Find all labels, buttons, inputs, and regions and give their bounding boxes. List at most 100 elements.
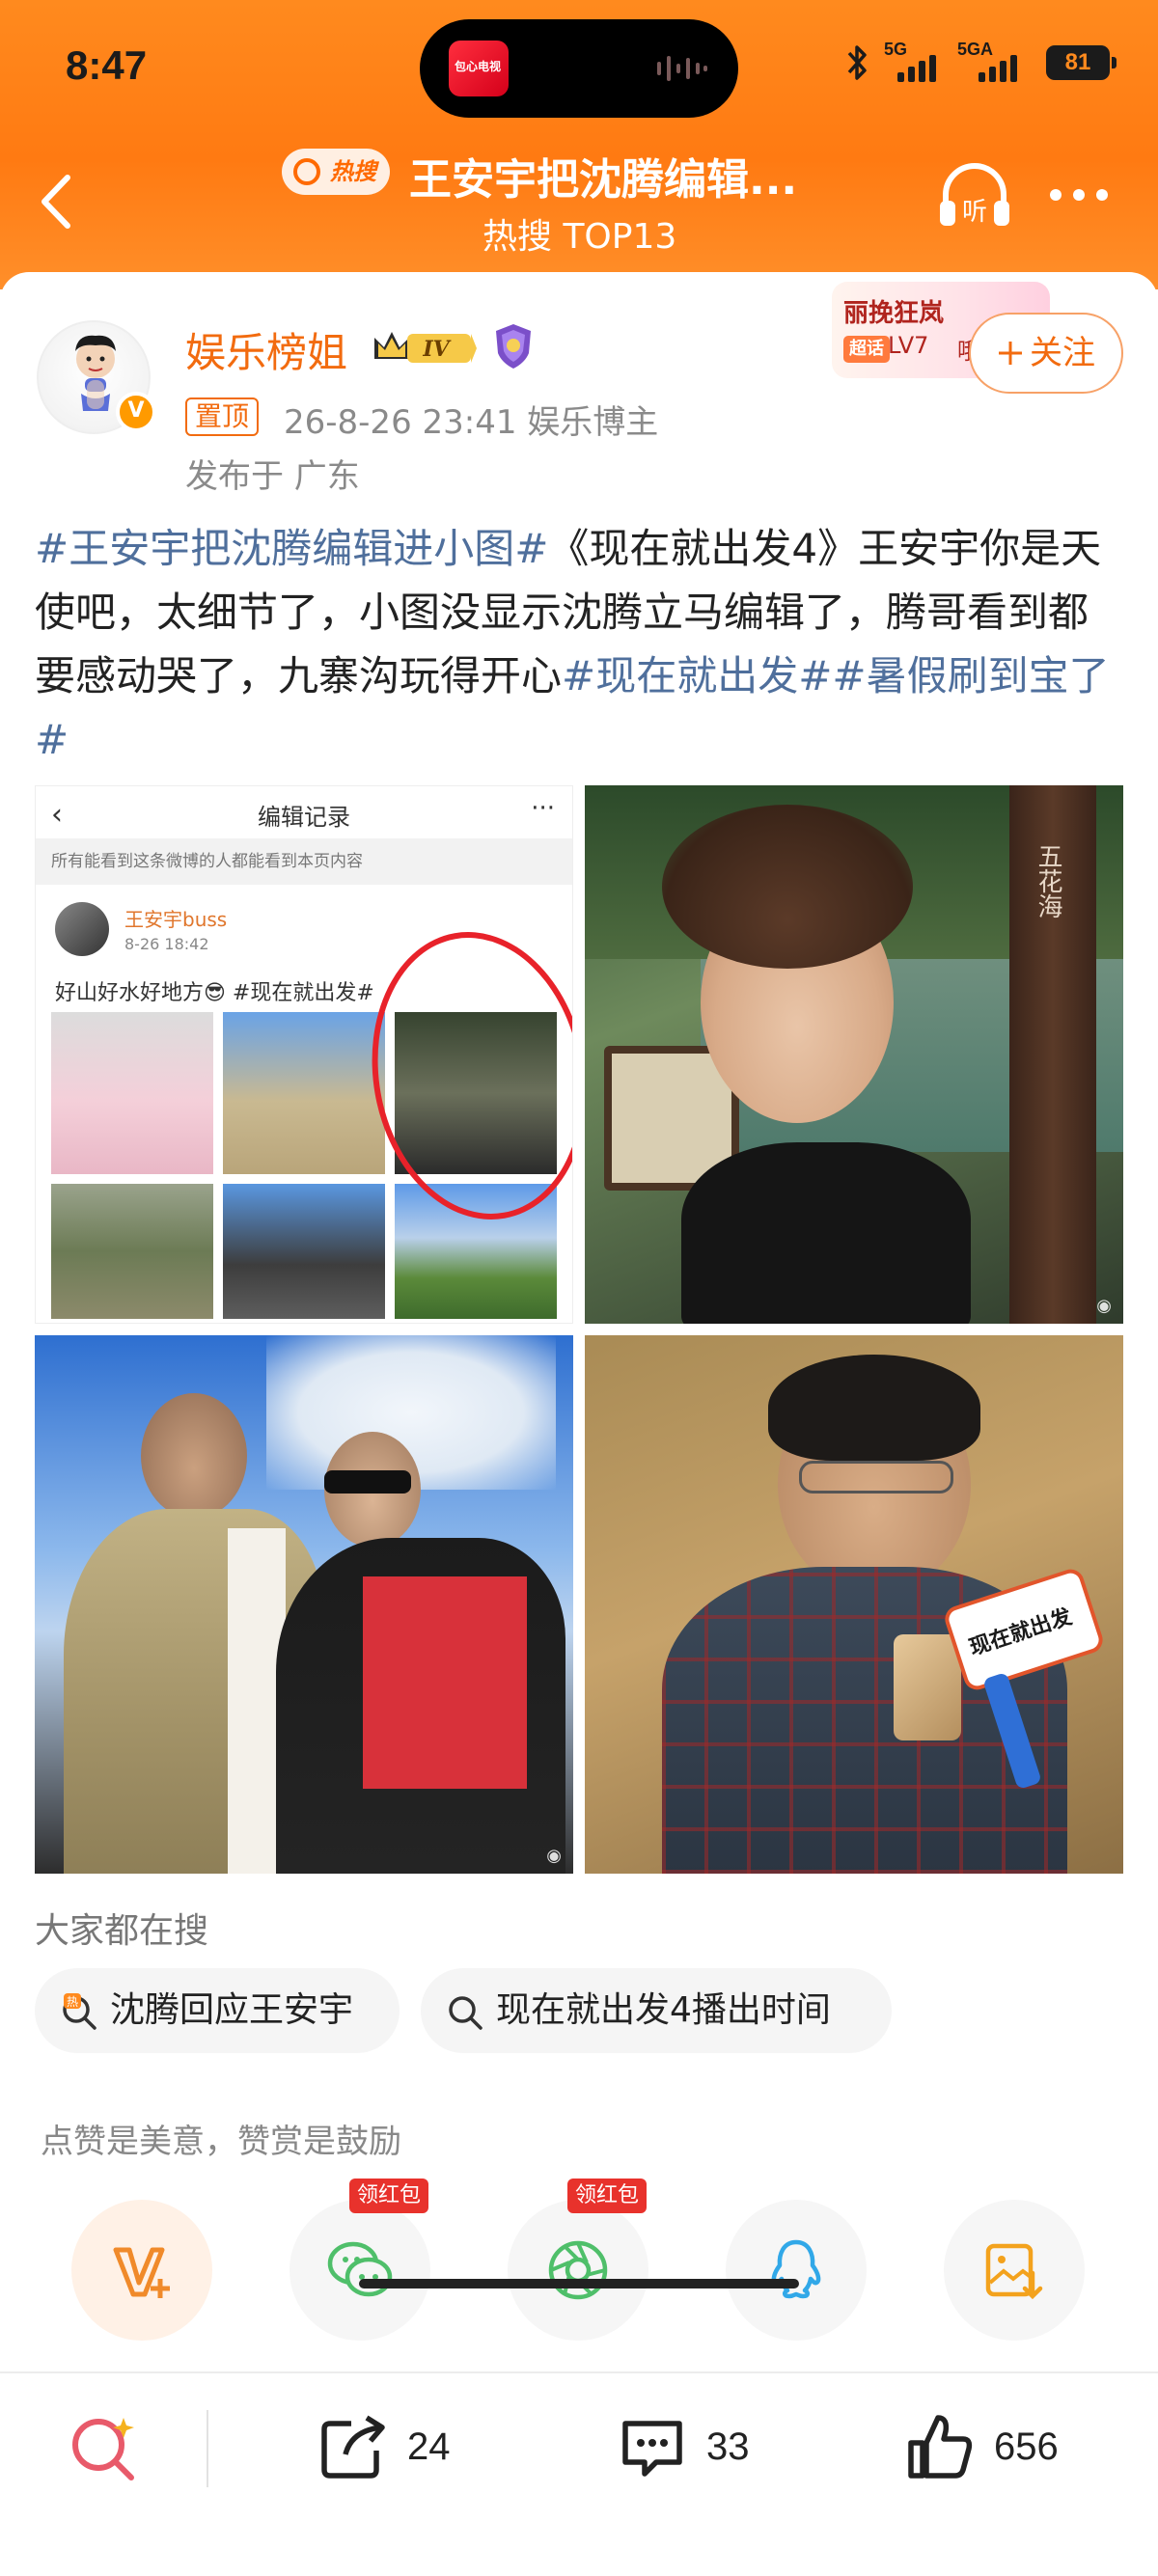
person-hair [768, 1355, 980, 1461]
glasses [799, 1461, 953, 1494]
person-head-left [141, 1393, 247, 1519]
moments-share-button[interactable]: 领红包 [508, 2179, 648, 2341]
more-icon[interactable] [1046, 185, 1112, 205]
hot-search-pill[interactable]: 热搜 [282, 149, 390, 195]
wechat-icon [327, 2241, 393, 2297]
search-chip-2[interactable]: 现在就出发4播出时间 [421, 1968, 892, 2053]
follow-label: 关注 [1030, 334, 1095, 372]
qq-share-button[interactable] [726, 2200, 867, 2341]
person-body [681, 1142, 971, 1324]
toolbar-separator [207, 2410, 208, 2487]
search-chip-1[interactable]: 热 沈腾回应王安宇 [35, 1968, 400, 2053]
vip-level: IV [422, 337, 451, 362]
reward-v-button[interactable] [71, 2200, 212, 2341]
mini-notice: 所有能看到这条微博的人都能看到本页内容 [36, 838, 572, 885]
hot-search-icon [293, 158, 320, 185]
status-time: 8:47 [66, 42, 148, 88]
sign-text: 五花海 [1034, 843, 1062, 918]
comment-count: 33 [706, 2425, 750, 2468]
dynamic-island[interactable]: 包心电视 [420, 19, 738, 118]
page-title: 王安宇把沈腾编辑... [409, 155, 798, 205]
follow-button[interactable]: 关注 [969, 313, 1123, 394]
island-app-text: 包心电视 [455, 60, 502, 73]
hashtag-xianzai[interactable]: #现在就出发# [562, 652, 832, 699]
image-selfie-lake[interactable]: 五花海 ◉ [585, 785, 1123, 1324]
hashtag-wang-anyu[interactable]: #王安宇把沈腾编辑进小图# [35, 525, 548, 572]
v-plus-icon [113, 2247, 170, 2298]
mini-photo [51, 1012, 213, 1174]
mini-user: 王安宇buss [124, 908, 228, 931]
status-icons: 5G 5GA 81 [843, 39, 1117, 87]
search-chip-1-label: 沈腾回应王安宇 [110, 1990, 354, 2030]
mini-avatar [55, 902, 109, 956]
signal-5ga-icon: 5GA [957, 40, 1033, 84]
author-name[interactable]: 娱乐榜姐 [185, 320, 347, 379]
repost-button[interactable]: 24 [317, 2408, 451, 2485]
svg-text:热: 热 [67, 1995, 78, 2009]
island-app-icon: 包心电视 [449, 41, 509, 96]
mini-back-icon: ‹ [51, 798, 63, 832]
post-card: V 娱乐榜姐 IV 置顶 26-8-26 23:41 娱乐博主 发布于 广东 丽… [0, 272, 1158, 2576]
super-search-icon[interactable] [68, 2412, 141, 2485]
mini-nav: ‹ 编辑记录 ··· [36, 786, 572, 836]
post-meta: 26-8-26 23:41 娱乐博主 [284, 403, 659, 442]
listen-label: 听 [962, 198, 987, 227]
search-icon [449, 1996, 482, 2030]
hot-search-icon: 热 [63, 1993, 96, 2030]
image-edit-record-screenshot[interactable]: ‹ 编辑记录 ··· 所有能看到这条微博的人都能看到本页内容 王安宇buss 8… [35, 785, 573, 1324]
sunglasses [324, 1470, 411, 1494]
image-grid: ‹ 编辑记录 ··· 所有能看到这条微博的人都能看到本页内容 王安宇buss 8… [35, 785, 1123, 1876]
wechat-share-button[interactable]: 领红包 [290, 2179, 430, 2341]
save-image-button[interactable] [944, 2200, 1085, 2341]
fan-card-name: 丽挽狂岚 [843, 299, 945, 328]
like-count: 656 [994, 2425, 1059, 2468]
mini-photo [51, 1184, 213, 1319]
search-chip-2-label: 现在就出发4播出时间 [496, 1990, 831, 2030]
back-arrow-icon[interactable] [35, 170, 79, 233]
comment-button[interactable]: 33 [616, 2408, 750, 2485]
person-hair [662, 805, 913, 969]
pinned-tag: 置顶 [185, 397, 260, 436]
save-image-icon [985, 2243, 1043, 2300]
page-subtitle: 热搜 TOP13 [482, 217, 677, 257]
mini-more-icon: ··· [531, 794, 555, 823]
plus-icon [999, 342, 1022, 365]
shirt-right [363, 1576, 527, 1789]
home-indicator[interactable] [359, 2279, 799, 2288]
phone [894, 1634, 961, 1740]
image-two-people-sky[interactable]: ◉ [35, 1335, 573, 1874]
red-packet-tag: 领红包 [567, 2179, 648, 2213]
bottom-toolbar: 24 33 656 [0, 2373, 1158, 2518]
headphones-icon[interactable]: 听 [934, 156, 1015, 237]
qq-penguin-icon [771, 2239, 821, 2299]
header: 8:47 包心电视 5G 5GA 81 热搜 王安宇把沈腾编辑... 热搜 TO… [0, 0, 1158, 289]
fan-card-tag: 超话 [843, 336, 890, 363]
thumbs-up-icon [908, 2415, 973, 2479]
audio-wave-icon [657, 56, 707, 81]
mini-text: 好山好水好地方😎 #现在就出发# [55, 981, 374, 1005]
like-button[interactable]: 656 [903, 2408, 1059, 2485]
post-location: 发布于 广东 [185, 457, 360, 496]
weibo-watermark-icon: ◉ [546, 1846, 562, 1866]
repost-count: 24 [407, 2425, 451, 2468]
signal-5g-icon: 5G [884, 40, 944, 84]
shield-badge-icon [496, 324, 531, 369]
battery-icon: 81 [1046, 45, 1117, 80]
moments-shutter-icon [548, 2240, 608, 2300]
bluetooth-icon [847, 45, 867, 80]
hot-search-label: 热搜 [330, 158, 376, 185]
mini-title: 编辑记录 [258, 804, 350, 831]
post-text: #王安宇把沈腾编辑进小图#《现在就出发4》王安宇你是天使吧，太细节了，小图没显示… [35, 517, 1125, 772]
comment-icon [622, 2421, 682, 2477]
nav-bar: 热搜 王安宇把沈腾编辑... 热搜 TOP13 听 [0, 135, 1158, 270]
status-bar: 8:47 包心电视 5G 5GA 81 [0, 0, 1158, 135]
mini-photo [223, 1012, 385, 1174]
image-man-with-phone[interactable]: 现在就出发 [585, 1335, 1123, 1874]
vip-crown-badge-icon: IV [374, 332, 477, 363]
red-packet-tag: 领红包 [349, 2179, 429, 2213]
mini-photo [223, 1184, 385, 1319]
weibo-watermark-icon: ◉ [1096, 1296, 1112, 1316]
mini-date: 8-26 18:42 [124, 935, 209, 953]
verified-badge-icon: V [116, 392, 156, 432]
trending-searches-title: 大家都在搜 [35, 1911, 209, 1951]
